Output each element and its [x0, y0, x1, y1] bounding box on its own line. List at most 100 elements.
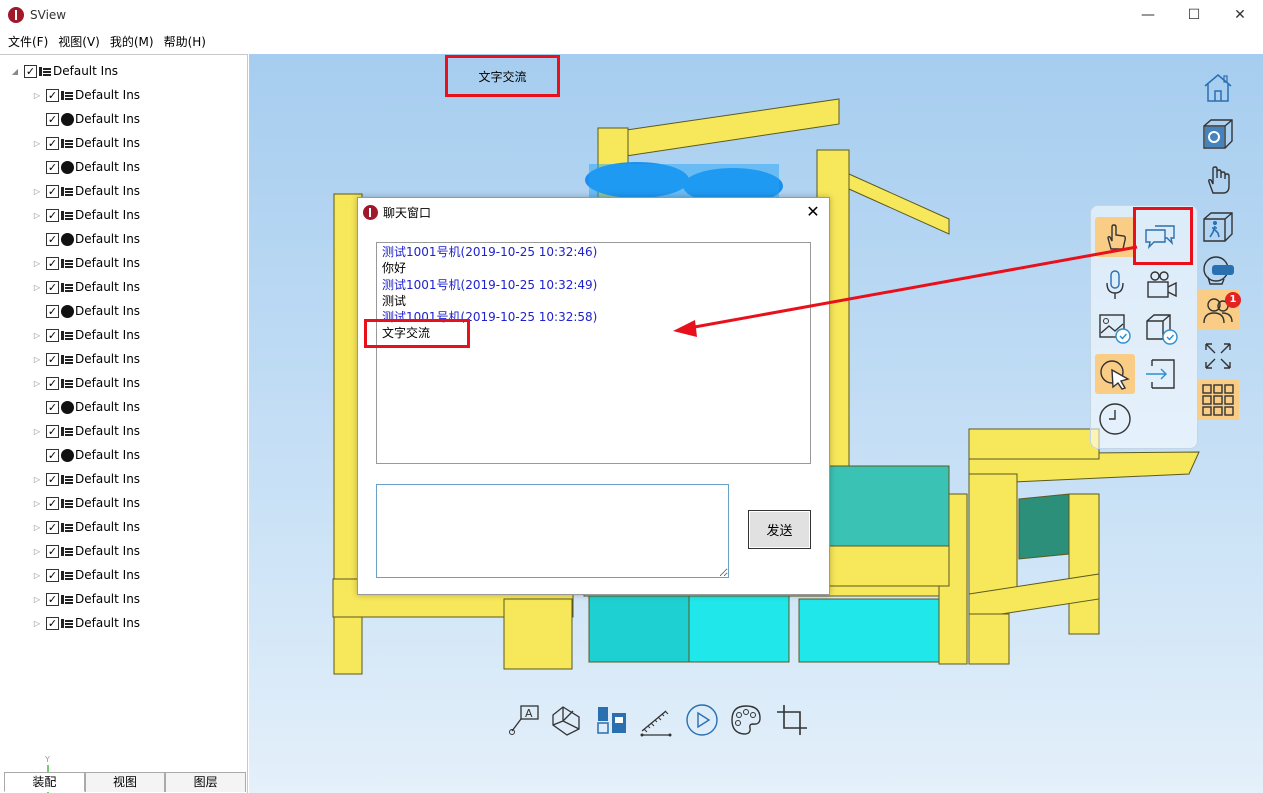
play-icon [686, 704, 718, 736]
visibility-checkbox[interactable]: ✓ [46, 376, 59, 390]
tree-expander-icon[interactable]: ◢ [10, 67, 20, 76]
tree-expander-icon[interactable]: ▷ [32, 523, 42, 532]
model-settings-button[interactable] [1197, 114, 1239, 154]
tree-item[interactable]: ▷ ✓ Default Ins [0, 275, 246, 299]
crop-button[interactable] [774, 702, 810, 738]
pan-button[interactable] [1197, 160, 1239, 200]
tree-item[interactable]: ✓ Default Ins [0, 107, 246, 131]
visibility-checkbox[interactable]: ✓ [46, 472, 59, 486]
tab-assembly[interactable]: 装配 [4, 772, 85, 792]
tree-item[interactable]: ▷ ✓ Default Ins [0, 179, 246, 203]
tree-expander-icon[interactable]: ▷ [32, 139, 42, 148]
menu-mine[interactable]: 我的(M) [106, 33, 158, 50]
visibility-checkbox[interactable]: ✓ [46, 184, 59, 198]
pointer-arrow-annotation [673, 245, 1138, 337]
visibility-checkbox[interactable]: ✓ [46, 208, 59, 222]
visibility-checkbox[interactable]: ✓ [46, 448, 59, 462]
tree-expander-icon[interactable]: ▷ [32, 331, 42, 340]
visibility-checkbox[interactable]: ✓ [46, 256, 59, 270]
tree-item[interactable]: ▷ ✓ Default Ins [0, 251, 246, 275]
tree-item[interactable]: ✓ Default Ins [0, 155, 246, 179]
tree-expander-icon[interactable]: ▷ [32, 259, 42, 268]
maximize-button[interactable]: ☐ [1171, 0, 1217, 29]
tree-item[interactable]: ▷ ✓ Default Ins [0, 419, 246, 443]
tree-item-label: Default Ins [75, 304, 141, 318]
tree-expander-icon[interactable]: ▷ [32, 283, 42, 292]
section-button[interactable] [548, 702, 584, 738]
tree-expander-icon[interactable]: ▷ [32, 355, 42, 364]
tree-item[interactable]: ✓ Default Ins [0, 395, 246, 419]
tree-expander-icon[interactable]: ▷ [32, 571, 42, 580]
3d-viewport[interactable]: 文字交流 聊天窗口 ✕ 测试1001号机(2019-10-25 10:32:46… [249, 54, 1263, 793]
annotation-button[interactable]: A [506, 702, 542, 738]
tree-item[interactable]: ▷ ✓ Default Ins [0, 539, 246, 563]
assembly-icon [61, 90, 73, 100]
tree-expander-icon[interactable]: ▷ [32, 91, 42, 100]
close-button[interactable]: ✕ [1217, 0, 1263, 29]
tree-item[interactable]: ▷ ✓ Default Ins [0, 467, 246, 491]
apps-menu-button[interactable] [1197, 380, 1239, 420]
tree-item-label: Default Ins [75, 592, 141, 606]
collaboration-button[interactable]: 1 [1197, 290, 1241, 330]
visibility-checkbox[interactable]: ✓ [46, 496, 59, 510]
tree-item[interactable]: ✓ Default Ins [0, 227, 246, 251]
tree-item[interactable]: ▷ ✓ Default Ins [0, 587, 246, 611]
tree-root-item[interactable]: ◢ ✓ Default Ins [0, 59, 246, 83]
minimize-button[interactable]: — [1125, 0, 1171, 29]
menu-file[interactable]: 文件(F) [4, 33, 52, 50]
tree-item[interactable]: ▷ ✓ Default Ins [0, 491, 246, 515]
menu-help[interactable]: 帮助(H) [160, 33, 210, 50]
visibility-checkbox[interactable]: ✓ [46, 88, 59, 102]
visibility-checkbox[interactable]: ✓ [46, 136, 59, 150]
tree-item[interactable]: ▷ ✓ Default Ins [0, 371, 246, 395]
tab-layer[interactable]: 图层 [165, 772, 247, 792]
tree-item-label: Default Ins [75, 112, 141, 126]
tree-item[interactable]: ▷ ✓ Default Ins [0, 347, 246, 371]
tree-expander-icon[interactable]: ▷ [32, 547, 42, 556]
visibility-checkbox[interactable]: ✓ [46, 424, 59, 438]
visibility-checkbox[interactable]: ✓ [24, 64, 37, 78]
tree-expander-icon[interactable]: ▷ [32, 595, 42, 604]
visibility-checkbox[interactable]: ✓ [46, 328, 59, 342]
tab-view[interactable]: 视图 [84, 772, 166, 792]
animation-play-button[interactable] [684, 702, 720, 738]
tree-expander-icon[interactable]: ▷ [32, 499, 42, 508]
assembly-icon [61, 546, 73, 556]
visibility-checkbox[interactable]: ✓ [46, 568, 59, 582]
home-button[interactable] [1197, 68, 1239, 108]
fit-view-button[interactable] [1197, 336, 1239, 376]
visibility-checkbox[interactable]: ✓ [46, 280, 59, 294]
tree-item[interactable]: ▷ ✓ Default Ins [0, 515, 246, 539]
visibility-checkbox[interactable]: ✓ [46, 112, 59, 126]
visibility-checkbox[interactable]: ✓ [46, 160, 59, 174]
tree-item[interactable]: ✓ Default Ins [0, 299, 246, 323]
tree-item[interactable]: ▷ ✓ Default Ins [0, 203, 246, 227]
visibility-checkbox[interactable]: ✓ [46, 400, 59, 414]
tree-expander-icon[interactable]: ▷ [32, 379, 42, 388]
vr-button[interactable] [1197, 250, 1239, 290]
assembly-panel: ◢ ✓ Default Ins ▷ ✓ Default Ins ✓ Default Ins ▷ ✓… [0, 54, 248, 793]
tree-item[interactable]: ▷ ✓ Default Ins [0, 131, 246, 155]
visibility-checkbox[interactable]: ✓ [46, 232, 59, 246]
tree-item[interactable]: ✓ Default Ins [0, 443, 246, 467]
tree-expander-icon[interactable]: ▷ [32, 187, 42, 196]
visibility-checkbox[interactable]: ✓ [46, 304, 59, 318]
visibility-checkbox[interactable]: ✓ [46, 616, 59, 630]
tree-expander-icon[interactable]: ▷ [32, 211, 42, 220]
tree-item[interactable]: ▷ ✓ Default Ins [0, 611, 246, 635]
tree-expander-icon[interactable]: ▷ [32, 475, 42, 484]
explode-button[interactable] [594, 702, 630, 738]
visibility-checkbox[interactable]: ✓ [46, 544, 59, 558]
visibility-checkbox[interactable]: ✓ [46, 352, 59, 366]
visibility-checkbox[interactable]: ✓ [46, 520, 59, 534]
palette-button[interactable] [728, 702, 764, 738]
visibility-checkbox[interactable]: ✓ [46, 592, 59, 606]
tree-expander-icon[interactable]: ▷ [32, 619, 42, 628]
measure-button[interactable] [638, 702, 674, 738]
tree-expander-icon[interactable]: ▷ [32, 427, 42, 436]
tree-item[interactable]: ▷ ✓ Default Ins [0, 83, 246, 107]
tree-item[interactable]: ▷ ✓ Default Ins [0, 323, 246, 347]
menu-view[interactable]: 视图(V) [54, 33, 104, 50]
walk-button[interactable] [1197, 207, 1239, 247]
tree-item[interactable]: ▷ ✓ Default Ins [0, 563, 246, 587]
